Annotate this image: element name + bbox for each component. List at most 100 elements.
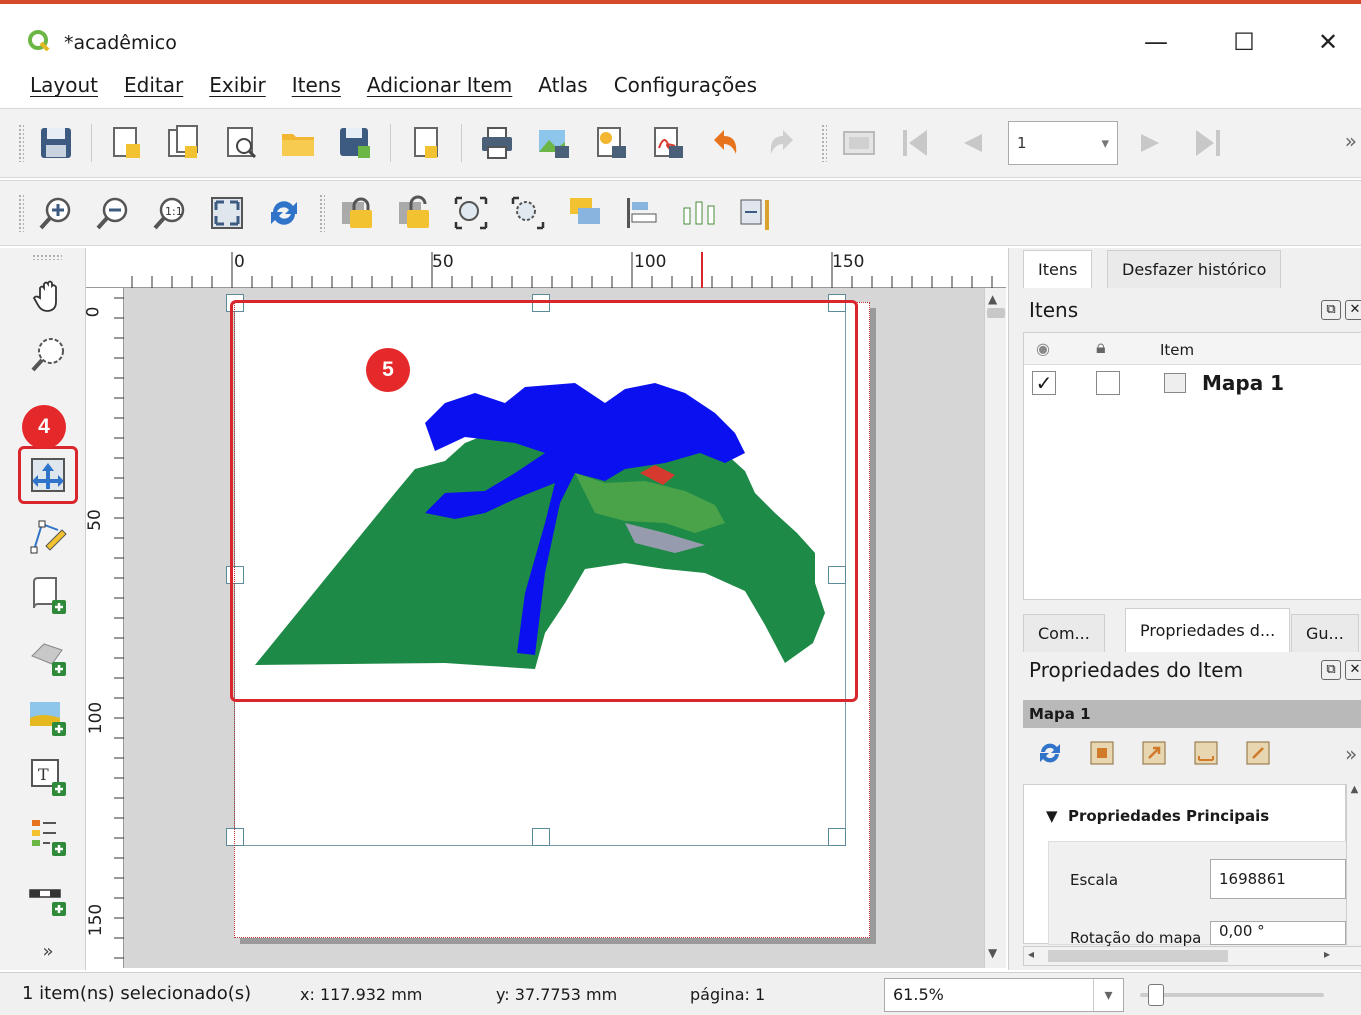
save-template-button[interactable] bbox=[333, 121, 377, 165]
tab-itens[interactable]: Itens bbox=[1023, 250, 1093, 288]
add-legend-tool[interactable] bbox=[24, 812, 72, 860]
zoom-full-button[interactable] bbox=[205, 191, 249, 235]
group-items-button[interactable] bbox=[449, 191, 493, 235]
zoom-tool[interactable] bbox=[24, 330, 72, 378]
lock-header-icon: 🔒︎ bbox=[1096, 337, 1106, 358]
item-name[interactable]: Mapa 1 bbox=[1202, 371, 1284, 395]
menu-atlas[interactable]: Atlas bbox=[538, 73, 587, 97]
new-layout-button[interactable] bbox=[105, 121, 149, 165]
items-tree[interactable]: ◉ 🔒︎ Item ✓ Mapa 1 bbox=[1023, 332, 1361, 600]
menu-configuracoes[interactable]: Configurações bbox=[614, 73, 757, 97]
add-scalebar-tool[interactable] bbox=[24, 874, 72, 922]
menu-bar: Layout Editar Exibir Itens Adicionar Ite… bbox=[0, 64, 1361, 106]
view-extent-icon[interactable] bbox=[1139, 738, 1169, 768]
zoom-slider[interactable] bbox=[1140, 984, 1324, 1006]
tab-propriedades-item[interactable]: Propriedades d... bbox=[1125, 608, 1291, 652]
tab-desfazer-historico[interactable]: Desfazer histórico bbox=[1107, 250, 1282, 288]
menu-adicionar-item[interactable]: Adicionar Item bbox=[367, 73, 512, 97]
print-button[interactable] bbox=[475, 121, 519, 165]
props-scroll-area[interactable]: ▼ Propriedades Principais Escala 1698861… bbox=[1023, 784, 1348, 947]
add-label-tool[interactable]: T bbox=[24, 752, 72, 800]
add-picture-tool[interactable] bbox=[24, 692, 72, 740]
close-button[interactable]: ✕ bbox=[1308, 24, 1348, 60]
add-map-tool[interactable] bbox=[24, 570, 72, 618]
tab-guias[interactable]: Gu... bbox=[1291, 614, 1359, 652]
float-panel-icon[interactable]: ⧉ bbox=[1321, 300, 1341, 320]
atlas-page-spinbox[interactable]: 1 ▾ bbox=[1008, 121, 1118, 165]
align-items-button[interactable] bbox=[620, 191, 664, 235]
zoom-combobox[interactable]: 61.5% ▾ bbox=[884, 978, 1124, 1012]
new-report-button[interactable] bbox=[404, 121, 448, 165]
scale-input[interactable]: 1698861 bbox=[1210, 859, 1346, 899]
add-3d-map-tool[interactable] bbox=[24, 632, 72, 680]
duplicate-layout-button[interactable] bbox=[162, 121, 206, 165]
layout-canvas[interactable]: 5 bbox=[124, 288, 984, 968]
export-pdf-button[interactable] bbox=[646, 121, 690, 165]
close-props-icon[interactable]: ✕ bbox=[1345, 660, 1361, 680]
refresh-map-icon[interactable] bbox=[1035, 738, 1065, 768]
atlas-preview-button[interactable] bbox=[837, 121, 881, 165]
ungroup-items-button[interactable] bbox=[506, 191, 550, 235]
minimize-button[interactable]: — bbox=[1136, 24, 1176, 60]
svg-text:1:1: 1:1 bbox=[165, 205, 183, 218]
rotation-input[interactable]: 0,00 ° bbox=[1210, 921, 1346, 945]
open-template-button[interactable] bbox=[276, 121, 320, 165]
float-props-icon[interactable]: ⧉ bbox=[1321, 660, 1341, 680]
save-template-icon bbox=[340, 128, 370, 158]
undo-button[interactable] bbox=[703, 121, 747, 165]
export-image-button[interactable] bbox=[532, 121, 576, 165]
chevron-down-icon[interactable]: ▾ bbox=[1093, 979, 1123, 1011]
resize-items-button[interactable] bbox=[734, 191, 778, 235]
set-extent-icon[interactable] bbox=[1087, 738, 1117, 768]
previous-feature-button[interactable] bbox=[951, 121, 995, 165]
pan-tool[interactable] bbox=[24, 272, 72, 320]
print-icon bbox=[482, 127, 512, 159]
zoom-actual-button[interactable]: 1:1 bbox=[148, 191, 192, 235]
item-props-toolbar bbox=[1035, 738, 1273, 768]
props-vertical-scrollbar[interactable]: ▲ bbox=[1346, 784, 1361, 944]
lock-items-button[interactable] bbox=[335, 191, 379, 235]
distribute-items-button[interactable] bbox=[677, 191, 721, 235]
section-propriedades-principais[interactable]: ▼ Propriedades Principais bbox=[1046, 807, 1269, 825]
menu-editar[interactable]: Editar bbox=[124, 73, 183, 97]
unlock-items-button[interactable] bbox=[392, 191, 436, 235]
save-button[interactable] bbox=[34, 121, 78, 165]
redo-button[interactable] bbox=[760, 121, 804, 165]
raise-items-button[interactable] bbox=[563, 191, 607, 235]
duplicate-layout-icon bbox=[168, 125, 198, 158]
last-feature-button[interactable] bbox=[1185, 121, 1229, 165]
toolbar-overflow-button[interactable]: » bbox=[1345, 129, 1357, 153]
toolbar-grip[interactable] bbox=[18, 124, 24, 162]
maximize-button[interactable]: ☐ bbox=[1224, 24, 1264, 60]
refresh-button[interactable] bbox=[262, 191, 306, 235]
menu-exibir[interactable]: Exibir bbox=[209, 73, 266, 97]
tab-composicao[interactable]: Com... bbox=[1023, 614, 1105, 652]
zoom-slider-handle[interactable] bbox=[1148, 984, 1164, 1006]
layout-tools-panel: T » bbox=[0, 248, 86, 970]
lock-checkbox[interactable] bbox=[1096, 371, 1120, 395]
select-move-tool[interactable] bbox=[18, 446, 78, 504]
edit-nodes-tool[interactable] bbox=[24, 512, 72, 560]
first-feature-button[interactable] bbox=[894, 121, 938, 165]
props-horizontal-scrollbar[interactable]: ◂ ▸ bbox=[1023, 946, 1361, 966]
resize-handle-b[interactable] bbox=[532, 828, 550, 846]
export-svg-button[interactable] bbox=[589, 121, 633, 165]
menu-itens[interactable]: Itens bbox=[292, 73, 341, 97]
props-overflow-button[interactable]: » bbox=[1345, 742, 1357, 766]
resize-handle-bl[interactable] bbox=[226, 828, 244, 846]
set-scale-icon[interactable] bbox=[1191, 738, 1221, 768]
resize-handle-br[interactable] bbox=[828, 828, 846, 846]
menu-layout[interactable]: Layout bbox=[30, 73, 98, 97]
canvas-vertical-scrollbar[interactable]: ▲ ▼ bbox=[984, 288, 1006, 968]
layout-manager-button[interactable] bbox=[219, 121, 263, 165]
items-tree-row[interactable]: ✓ Mapa 1 bbox=[1024, 365, 1361, 401]
close-panel-icon[interactable]: ✕ bbox=[1345, 300, 1361, 320]
chevron-down-icon[interactable]: ▾ bbox=[1101, 134, 1109, 152]
zoom-out-button[interactable] bbox=[91, 191, 135, 235]
zoom-in-button[interactable] bbox=[34, 191, 78, 235]
map-item-icon bbox=[1164, 373, 1186, 393]
view-scale-icon[interactable] bbox=[1243, 738, 1273, 768]
next-feature-button[interactable] bbox=[1128, 121, 1172, 165]
more-tools-chevron-icon[interactable]: » bbox=[24, 936, 72, 966]
visibility-checkbox[interactable]: ✓ bbox=[1032, 371, 1056, 395]
